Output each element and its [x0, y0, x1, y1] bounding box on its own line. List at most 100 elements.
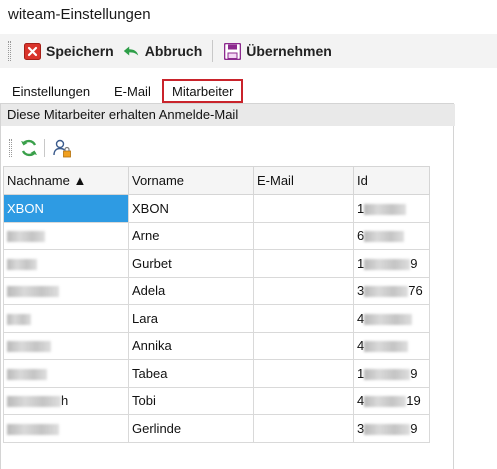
cell-id[interactable]: 6 — [353, 221, 430, 250]
redacted-name — [7, 231, 45, 243]
cell-id[interactable]: 4 19 — [353, 386, 430, 415]
table-row[interactable]: Gerlinde 39 — [3, 414, 430, 443]
cell-id[interactable]: 39 — [353, 414, 430, 443]
cell-nachname[interactable] — [3, 359, 129, 388]
panel-toolbar — [9, 135, 73, 161]
redacted-id — [364, 423, 411, 435]
column-header-email[interactable]: E-Mail — [253, 166, 354, 195]
cell-nachname[interactable] — [3, 221, 129, 250]
cell-email[interactable] — [253, 331, 354, 360]
nachname-text: h — [61, 393, 69, 409]
cell-vorname[interactable]: Annika — [128, 331, 254, 360]
table-header-row: Nachname ▲ Vorname E-Mail Id — [3, 166, 430, 195]
purple-floppy-icon — [223, 42, 241, 60]
redacted-name — [7, 341, 51, 353]
main-toolbar: Speichern Abbruch Übernehmen — [0, 34, 497, 68]
save-button[interactable]: Speichern — [19, 39, 118, 63]
tab-mitarbeiter[interactable]: Mitarbeiter — [162, 79, 244, 103]
cell-id[interactable]: 19 — [353, 249, 430, 278]
table-row[interactable]: Tabea 19 — [3, 359, 430, 388]
id-prefix: 1 — [357, 255, 365, 271]
id-prefix: 1 — [357, 200, 365, 216]
mitarbeiter-panel: Diese Mitarbeiter erhalten Anmelde-Mail — [0, 103, 455, 469]
id-prefix: 6 — [357, 228, 365, 244]
id-prefix: 1 — [357, 365, 365, 381]
cell-id[interactable]: 4 — [353, 304, 430, 333]
mitarbeiter-table: Nachname ▲ Vorname E-Mail Id XBON XBON 1… — [3, 166, 430, 443]
cell-email[interactable] — [253, 359, 354, 388]
cell-nachname[interactable] — [3, 276, 129, 305]
apply-label: Übernehmen — [246, 43, 332, 59]
toolbar-grip[interactable] — [8, 41, 11, 61]
cancel-button[interactable]: Abbruch — [118, 39, 207, 63]
redacted-name — [7, 368, 47, 380]
cell-vorname[interactable]: Adela — [128, 276, 254, 305]
table-row[interactable]: Adela 3 76 — [3, 276, 430, 305]
cell-vorname[interactable]: Tobi — [128, 386, 254, 415]
redacted-id — [364, 203, 407, 215]
id-prefix: 3 — [357, 283, 365, 299]
red-x-save-icon — [23, 42, 41, 60]
cell-nachname[interactable] — [3, 331, 129, 360]
cell-email[interactable] — [253, 276, 354, 305]
cell-email[interactable] — [253, 194, 354, 223]
cell-nachname[interactable]: XBON — [3, 194, 129, 223]
tab-einstellungen[interactable]: Einstellungen — [6, 79, 106, 103]
cell-vorname[interactable]: XBON — [128, 194, 254, 223]
green-undo-icon — [122, 42, 140, 60]
cell-email[interactable] — [253, 386, 354, 415]
cell-vorname[interactable]: Gurbet — [128, 249, 254, 278]
id-suffix: 9 — [410, 255, 418, 271]
id-prefix: 4 — [357, 338, 365, 354]
cell-id[interactable]: 19 — [353, 359, 430, 388]
cell-nachname[interactable] — [3, 414, 129, 443]
cell-vorname[interactable]: Lara — [128, 304, 254, 333]
column-header-vorname[interactable]: Vorname — [128, 166, 254, 195]
redacted-name — [7, 258, 37, 270]
apply-button[interactable]: Übernehmen — [219, 39, 336, 63]
redacted-name — [7, 313, 31, 325]
panel-toolbar-grip[interactable] — [9, 139, 12, 157]
window-title: witeam-Einstellungen — [8, 6, 151, 23]
cell-email[interactable] — [253, 249, 354, 278]
cell-email[interactable] — [253, 414, 354, 443]
cancel-label: Abbruch — [144, 43, 203, 59]
save-label: Speichern — [46, 43, 114, 59]
table-row[interactable]: Arne 6 — [3, 221, 430, 250]
table-row[interactable]: h Tobi 4 19 — [3, 386, 430, 415]
redacted-name — [7, 286, 59, 298]
table-row[interactable]: Gurbet 19 — [3, 249, 430, 278]
cell-nachname[interactable] — [3, 304, 129, 333]
id-prefix: 4 — [357, 310, 365, 326]
cell-id[interactable]: 4 — [353, 331, 430, 360]
cell-email[interactable] — [253, 221, 354, 250]
table-row[interactable]: Lara 4 — [3, 304, 430, 333]
id-suffix: 9 — [410, 420, 418, 436]
cell-vorname[interactable]: Gerlinde — [128, 414, 254, 443]
table-row[interactable]: Annika 4 — [3, 331, 430, 360]
user-lock-icon[interactable] — [51, 137, 73, 159]
tab-email[interactable]: E-Mail — [106, 79, 162, 103]
redacted-id — [364, 286, 409, 298]
cell-id[interactable]: 1 — [353, 194, 430, 223]
redacted-id — [364, 368, 411, 380]
redacted-id — [364, 341, 409, 353]
cell-vorname[interactable]: Arne — [128, 221, 254, 250]
redacted-id — [364, 231, 405, 243]
toolbar-separator — [212, 40, 214, 62]
cell-email[interactable] — [253, 304, 354, 333]
redacted-id — [364, 313, 413, 325]
id-suffix: 19 — [406, 393, 421, 409]
table-row[interactable]: XBON XBON 1 — [3, 194, 430, 223]
refresh-icon[interactable] — [18, 137, 40, 159]
cell-vorname[interactable]: Tabea — [128, 359, 254, 388]
id-prefix: 4 — [357, 393, 365, 409]
cell-nachname[interactable] — [3, 249, 129, 278]
cell-nachname[interactable]: h — [3, 386, 129, 415]
panel-toolbar-separator — [44, 139, 45, 157]
column-header-id[interactable]: Id — [353, 166, 430, 195]
redacted-name — [7, 396, 61, 408]
cell-id[interactable]: 3 76 — [353, 276, 430, 305]
info-text: Diese Mitarbeiter erhalten Anmelde-Mail — [1, 104, 455, 126]
column-header-nachname[interactable]: Nachname ▲ — [3, 166, 129, 195]
